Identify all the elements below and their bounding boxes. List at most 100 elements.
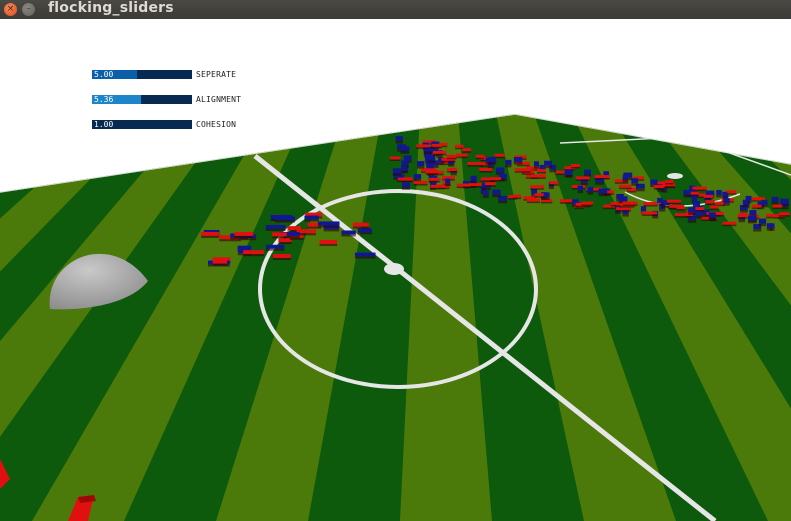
boid	[772, 204, 783, 210]
boid	[479, 168, 493, 173]
boid	[533, 161, 540, 169]
boid	[536, 169, 547, 174]
boid	[747, 215, 757, 224]
boid	[390, 156, 401, 162]
boid	[456, 153, 468, 159]
boid	[400, 146, 410, 154]
boid	[530, 174, 546, 179]
boid	[676, 206, 685, 211]
boid	[751, 204, 762, 210]
seperate-slider[interactable]: 5.00	[92, 70, 192, 79]
boid	[622, 201, 638, 207]
boid	[425, 170, 439, 175]
boid	[571, 163, 580, 169]
cohesion-label: COHESION	[196, 120, 237, 129]
boid	[594, 175, 610, 180]
boid	[201, 231, 219, 238]
boid	[354, 252, 376, 259]
boid	[683, 189, 691, 198]
cohesion-slider[interactable]: 1.00	[92, 120, 192, 129]
boid	[705, 200, 715, 205]
boid	[758, 218, 767, 227]
seperate-slider-value: 5.00	[94, 70, 114, 79]
boid	[431, 143, 442, 149]
boid	[397, 177, 412, 183]
boid	[352, 222, 370, 229]
3d-viewport[interactable]: 5.00 SEPERATE 5.36 ALIGNMENT 1.00 COHESI…	[0, 19, 791, 521]
boid	[488, 156, 497, 165]
boid	[665, 180, 674, 185]
minimize-icon: –	[26, 4, 31, 14]
boid	[401, 182, 410, 190]
boid	[674, 213, 690, 218]
penalty-spot	[667, 173, 683, 179]
close-window-button[interactable]: ×	[4, 3, 17, 16]
boid	[484, 182, 496, 187]
boid	[584, 169, 592, 178]
boid	[265, 244, 285, 251]
boid	[575, 176, 590, 181]
boid	[577, 185, 583, 194]
alignment-label: ALIGNMENT	[196, 95, 242, 104]
boid	[429, 177, 441, 183]
boid	[430, 184, 446, 190]
boid	[766, 213, 775, 219]
boid	[587, 187, 594, 195]
close-icon: ×	[6, 4, 15, 14]
boid	[447, 168, 458, 173]
boid	[695, 211, 702, 219]
boid	[432, 150, 447, 156]
boid	[265, 224, 286, 231]
boid	[631, 178, 639, 186]
boid	[489, 177, 502, 182]
window-titlebar: × – flocking_sliders	[0, 0, 791, 19]
boid	[401, 165, 408, 174]
boid	[357, 228, 373, 235]
boid	[564, 170, 573, 178]
boid	[413, 181, 428, 186]
boid	[395, 136, 403, 144]
window-title: flocking_sliders	[48, 0, 174, 16]
boid	[317, 221, 340, 228]
boid	[779, 212, 790, 217]
boid	[708, 212, 716, 220]
boid	[703, 194, 714, 200]
boid	[526, 198, 540, 204]
boid	[445, 178, 451, 187]
boid	[761, 199, 768, 208]
boid	[341, 230, 356, 237]
boid	[559, 199, 573, 204]
boid	[530, 185, 545, 190]
boid	[723, 198, 730, 206]
boid	[392, 168, 402, 176]
boid	[470, 175, 477, 184]
boid	[692, 186, 707, 192]
alignment-slider[interactable]: 5.36	[92, 95, 192, 104]
boid	[514, 168, 531, 173]
cohesion-slider-value: 1.00	[94, 120, 114, 129]
boid	[737, 214, 748, 219]
boid	[641, 211, 658, 216]
boid	[716, 189, 722, 198]
boid	[475, 154, 485, 160]
minimize-window-button[interactable]: –	[22, 3, 35, 16]
boid	[581, 201, 594, 207]
boid	[275, 216, 295, 223]
boid	[462, 148, 472, 153]
boid	[513, 194, 522, 200]
boid	[467, 162, 483, 167]
boid	[771, 197, 779, 205]
boid	[417, 161, 425, 169]
boid	[273, 253, 291, 260]
boid	[615, 207, 632, 212]
boid	[492, 189, 501, 198]
boid	[622, 174, 629, 183]
boid	[722, 221, 737, 227]
boid	[513, 157, 523, 165]
boid	[427, 155, 436, 164]
boid	[766, 223, 773, 231]
boid	[534, 193, 544, 198]
boid	[505, 159, 512, 168]
boid	[234, 231, 254, 238]
boid	[643, 202, 658, 207]
